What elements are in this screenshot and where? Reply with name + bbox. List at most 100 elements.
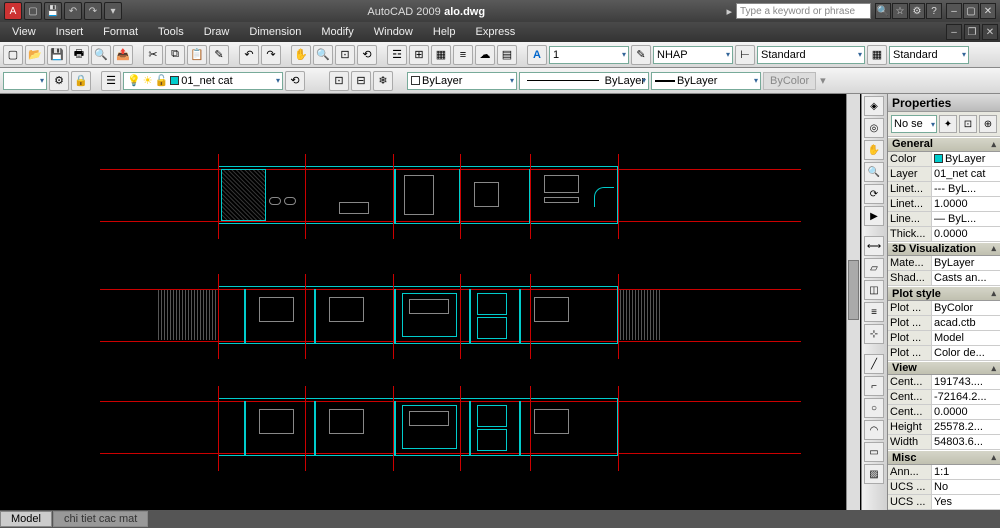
open-icon[interactable]: 📂: [25, 45, 45, 65]
prop-value[interactable]: 0.0000: [932, 405, 1000, 419]
pan-icon[interactable]: ✋: [291, 45, 311, 65]
prop-row[interactable]: UCS ...No: [888, 480, 1000, 495]
color-drop[interactable]: ByLayer▾: [407, 72, 517, 90]
cat-3dviz[interactable]: 3D Visualization▴: [888, 242, 1000, 257]
tp-icon[interactable]: ▦: [431, 45, 451, 65]
redo-icon[interactable]: ↷: [84, 2, 102, 20]
qat-more-icon[interactable]: ▾: [104, 2, 122, 20]
cat-view[interactable]: View▴: [888, 361, 1000, 376]
lineweight-drop[interactable]: ByLayer▾: [651, 72, 761, 90]
prop-row[interactable]: Thick...0.0000: [888, 227, 1000, 242]
preview-icon[interactable]: 🔍: [91, 45, 111, 65]
new-file-icon[interactable]: ▢: [3, 45, 23, 65]
menu-draw[interactable]: Draw: [194, 24, 240, 40]
rect-icon[interactable]: ▭: [864, 442, 884, 462]
arc-icon[interactable]: ◠: [864, 420, 884, 440]
infocenter-icon[interactable]: ☆: [892, 3, 908, 19]
calc-icon[interactable]: ▤: [497, 45, 517, 65]
prop-row[interactable]: Plot ...ByColor: [888, 301, 1000, 316]
doc-minimize-button[interactable]: –: [946, 24, 962, 40]
layer-prev-icon[interactable]: ⟲: [285, 71, 305, 91]
prop-value[interactable]: 01_net cat: [932, 167, 1000, 181]
cat-general[interactable]: General▴: [888, 137, 1000, 152]
cat-plot[interactable]: Plot style▴: [888, 286, 1000, 301]
prop-row[interactable]: Cent...191743....: [888, 375, 1000, 390]
markup-icon[interactable]: ☁: [475, 45, 495, 65]
tablestyle-icon[interactable]: ▦: [867, 45, 887, 65]
prop-row[interactable]: Plot ...Color de...: [888, 346, 1000, 361]
cat-misc[interactable]: Misc▴: [888, 450, 1000, 465]
pline-icon[interactable]: ⌐: [864, 376, 884, 396]
workspace-drop[interactable]: ▾: [3, 72, 47, 90]
comm-icon[interactable]: ⚙: [909, 3, 925, 19]
selobj-icon[interactable]: ⊡: [959, 115, 977, 133]
layer-props-icon[interactable]: ☰: [101, 71, 121, 91]
prop-value[interactable]: --- ByL...: [932, 182, 1000, 196]
region-icon[interactable]: ◫: [864, 280, 884, 300]
textstyle-icon[interactable]: ✎: [631, 45, 651, 65]
tab-layout1[interactable]: chi tiet cac mat: [53, 511, 148, 527]
menu-window[interactable]: Window: [364, 24, 423, 40]
copy-icon[interactable]: ⧉: [165, 45, 185, 65]
menu-format[interactable]: Format: [93, 24, 148, 40]
prop-value[interactable]: ByLayer: [932, 152, 1000, 166]
prop-row[interactable]: Cent...0.0000: [888, 405, 1000, 420]
prop-row[interactable]: Layer01_net cat: [888, 167, 1000, 182]
text-style-drop[interactable]: NHAP▾: [653, 46, 733, 64]
linetype-drop[interactable]: ByLayer▾: [519, 72, 649, 90]
prop-row[interactable]: Linet...1.0000: [888, 197, 1000, 212]
close-button[interactable]: ✕: [980, 3, 996, 19]
table-style-drop[interactable]: Standard▾: [889, 46, 969, 64]
prop-value[interactable]: Color de...: [932, 346, 1000, 360]
prop-row[interactable]: ColorByLayer: [888, 152, 1000, 167]
prop-value[interactable]: 54803.6...: [932, 435, 1000, 449]
mtext-icon[interactable]: A: [527, 45, 547, 65]
layer-uniso-icon[interactable]: ⊟: [351, 71, 371, 91]
maximize-button[interactable]: ▢: [963, 3, 979, 19]
prop-value[interactable]: — ByL...: [932, 212, 1000, 226]
area-icon[interactable]: ▱: [864, 258, 884, 278]
list-icon[interactable]: ≡: [864, 302, 884, 322]
prop-value[interactable]: -72164.2...: [932, 390, 1000, 404]
paste-icon[interactable]: 📋: [187, 45, 207, 65]
prop-value[interactable]: ByColor: [932, 301, 1000, 315]
quickselect-icon[interactable]: ✦: [939, 115, 957, 133]
save-icon[interactable]: 💾: [44, 2, 62, 20]
properties-title[interactable]: Properties: [888, 94, 1000, 112]
prop-row[interactable]: Height25578.2...: [888, 420, 1000, 435]
prop-row[interactable]: UCS ...Yes: [888, 495, 1000, 510]
undo-icon[interactable]: ↶: [64, 2, 82, 20]
prop-value[interactable]: Model: [932, 331, 1000, 345]
line-icon[interactable]: ╱: [864, 354, 884, 374]
motion-icon[interactable]: ▶: [864, 206, 884, 226]
nav-cube-icon[interactable]: ◈: [864, 96, 884, 116]
prop-value[interactable]: Yes: [932, 495, 1000, 509]
menu-view[interactable]: View: [2, 24, 46, 40]
dimstyle-icon[interactable]: ⊢: [735, 45, 755, 65]
dc-icon[interactable]: ⊞: [409, 45, 429, 65]
layer-iso-icon[interactable]: ⊡: [329, 71, 349, 91]
prop-row[interactable]: Cent...-72164.2...: [888, 390, 1000, 405]
menu-modify[interactable]: Modify: [311, 24, 363, 40]
menu-tools[interactable]: Tools: [148, 24, 194, 40]
orbit-icon[interactable]: ⟳: [864, 184, 884, 204]
zoom-prev-icon[interactable]: ⟲: [357, 45, 377, 65]
toolbar-lock-icon[interactable]: 🔒: [71, 71, 91, 91]
layer-drop[interactable]: 💡 ☀ 🔓 01_net cat ▾: [123, 72, 283, 90]
tab-model[interactable]: Model: [0, 511, 52, 527]
plot-icon[interactable]: 🖶: [69, 45, 89, 65]
prop-value[interactable]: 0.0000: [932, 227, 1000, 241]
help-icon[interactable]: ?: [926, 3, 942, 19]
prop-row[interactable]: Line...— ByL...: [888, 212, 1000, 227]
prop-row[interactable]: Plot ...acad.ctb: [888, 316, 1000, 331]
minimize-button[interactable]: –: [946, 3, 962, 19]
prop-value[interactable]: 191743....: [932, 375, 1000, 389]
wheel-icon[interactable]: ◎: [864, 118, 884, 138]
undo2-icon[interactable]: ↶: [239, 45, 259, 65]
props-icon[interactable]: ☲: [387, 45, 407, 65]
zoom-rt-icon[interactable]: 🔍: [313, 45, 333, 65]
redo2-icon[interactable]: ↷: [261, 45, 281, 65]
drawing-canvas[interactable]: [0, 94, 861, 510]
menu-dimension[interactable]: Dimension: [239, 24, 311, 40]
prop-row[interactable]: Mate...ByLayer: [888, 256, 1000, 271]
